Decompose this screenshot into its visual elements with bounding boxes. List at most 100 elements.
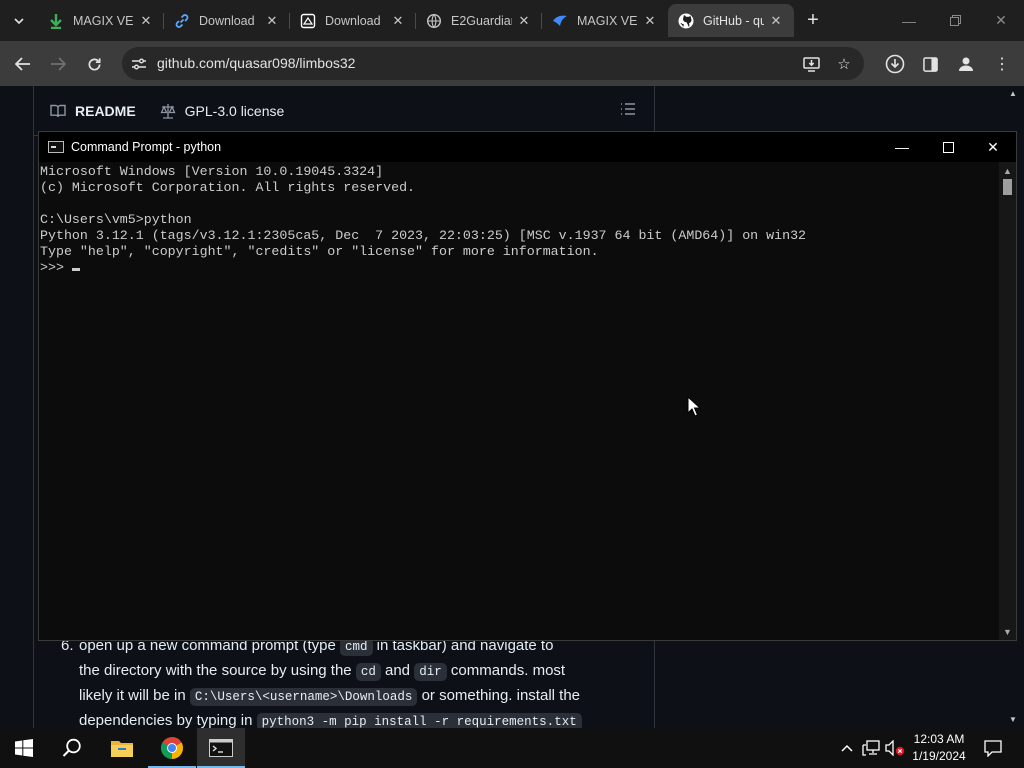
plus-icon: + xyxy=(807,9,819,31)
arrow-right-icon xyxy=(51,57,66,71)
tab-title: MAGIX VEGAS xyxy=(73,13,134,28)
close-icon[interactable]: ✕ xyxy=(768,13,784,29)
step-text: and xyxy=(380,662,415,679)
taskbar-clock[interactable]: 12:03 AM 1/19/2024 xyxy=(902,731,976,765)
maximize-icon xyxy=(942,141,954,153)
console-line: (c) Microsoft Corporation. All rights re… xyxy=(40,180,416,195)
scale-icon xyxy=(160,103,176,119)
browser-toolbar: github.com/quasar098/limbos32 ☆ ⋮ xyxy=(0,41,1024,86)
scroll-up-icon[interactable]: ▲ xyxy=(999,162,1016,179)
inline-code: python3 -m pip install -r requirements.t… xyxy=(256,713,582,728)
tab-magix-vegas-1[interactable]: MAGIX VEGAS ✕ xyxy=(38,4,164,37)
close-window-button[interactable]: ✕ xyxy=(978,0,1024,41)
step-text: dependencies by typing in xyxy=(79,712,257,728)
bookmark-star-icon[interactable]: ☆ xyxy=(833,53,855,75)
tab-readme[interactable]: README xyxy=(50,86,136,136)
cmd-title-bar[interactable]: Command Prompt - python — ✕ xyxy=(39,132,1016,162)
file-explorer-button[interactable] xyxy=(98,728,146,768)
downloads-button[interactable] xyxy=(880,49,910,79)
console-output[interactable]: Microsoft Windows [Version 10.0.19045.33… xyxy=(39,162,999,640)
side-panel-button[interactable] xyxy=(915,49,945,79)
link-icon xyxy=(174,13,190,29)
profile-icon xyxy=(959,57,973,71)
network-icon xyxy=(862,740,880,756)
vegas-icon xyxy=(552,13,568,29)
download-icon xyxy=(885,54,905,74)
clock-date: 1/19/2024 xyxy=(912,749,966,763)
restore-icon xyxy=(949,15,961,26)
prompt-line[interactable]: >>> xyxy=(40,260,999,276)
mouse-cursor-icon xyxy=(687,396,701,417)
url-text: github.com/quasar098/limbos32 xyxy=(157,55,356,71)
command-prompt-taskbar-button[interactable] xyxy=(197,728,245,768)
outline-button[interactable] xyxy=(620,102,638,120)
reload-button[interactable] xyxy=(79,49,109,79)
readme-header: README GPL-3.0 license xyxy=(34,86,654,136)
tab-title: GitHub - quasar098 xyxy=(703,13,764,28)
start-button[interactable] xyxy=(0,728,48,768)
tab-download-1[interactable]: Download ✕ xyxy=(164,4,290,37)
close-icon: ✕ xyxy=(995,12,1007,28)
network-button[interactable] xyxy=(860,728,882,768)
cmd-title: Command Prompt - python xyxy=(71,140,222,154)
cmd-maximize-button[interactable] xyxy=(925,132,971,162)
search-button[interactable] xyxy=(48,728,96,768)
tab-download-2[interactable]: Download ✕ xyxy=(290,4,416,37)
install-app-icon[interactable] xyxy=(800,53,822,75)
scroll-down-icon[interactable]: ▼ xyxy=(999,623,1016,640)
license-label: GPL-3.0 license xyxy=(184,102,285,119)
chevron-down-icon xyxy=(14,18,24,24)
site-info-icon[interactable] xyxy=(130,55,148,73)
scroll-up-icon[interactable]: ▲ xyxy=(1008,88,1018,98)
inline-code: cd xyxy=(355,663,381,681)
back-button[interactable] xyxy=(8,49,38,79)
close-icon[interactable]: ✕ xyxy=(642,13,658,29)
step-text: commands. most xyxy=(446,662,566,679)
close-icon[interactable]: ✕ xyxy=(516,13,532,29)
close-icon[interactable]: ✕ xyxy=(264,13,280,29)
action-center-button[interactable] xyxy=(978,728,1008,768)
download-arrow-icon xyxy=(48,13,64,29)
chevron-up-icon xyxy=(841,744,853,752)
show-hidden-icons-button[interactable] xyxy=(838,728,856,768)
readme-content: 6. open up a new command prompt (type cm… xyxy=(34,634,654,728)
readme-label: README xyxy=(75,102,136,119)
command-prompt-window[interactable]: Command Prompt - python — ✕ Microsoft Wi… xyxy=(38,131,1017,641)
minimize-button[interactable]: — xyxy=(886,0,932,41)
profile-button[interactable] xyxy=(951,49,981,79)
step-text: the directory with the source by using t… xyxy=(79,662,356,679)
tab-search-button[interactable] xyxy=(6,8,32,34)
clock-time: 12:03 AM xyxy=(913,732,965,746)
forward-button[interactable] xyxy=(43,49,73,79)
step-text: or something. install the xyxy=(417,687,581,704)
terminal-icon xyxy=(209,739,233,757)
console-line: Python 3.12.1 (tags/v3.12.1:2305ca5, Dec… xyxy=(40,228,807,243)
address-bar[interactable]: github.com/quasar098/limbos32 ☆ xyxy=(122,47,864,80)
menu-button[interactable]: ⋮ xyxy=(987,49,1017,79)
tab-license[interactable]: GPL-3.0 license xyxy=(160,86,285,136)
close-icon[interactable]: ✕ xyxy=(390,13,406,29)
text-cursor xyxy=(71,268,80,271)
new-tab-button[interactable]: + xyxy=(798,4,828,37)
tab-magix-vegas-2[interactable]: MAGIX VEGAS ✕ xyxy=(542,4,668,37)
restore-button[interactable] xyxy=(932,0,978,41)
cmd-scrollbar[interactable]: ▲ ▼ xyxy=(999,162,1016,640)
chrome-button[interactable] xyxy=(148,728,196,768)
python-prompt: >>> xyxy=(40,260,72,275)
arrow-left-icon xyxy=(15,57,30,71)
terminal-icon xyxy=(48,141,64,153)
cmd-close-button[interactable]: ✕ xyxy=(970,132,1016,162)
scrollbar-thumb[interactable] xyxy=(1003,179,1012,195)
side-panel-icon xyxy=(922,56,938,72)
notification-icon xyxy=(984,739,1002,757)
tab-title: Download xyxy=(199,13,255,28)
tab-e2guardian[interactable]: E2Guardian ✕ xyxy=(416,4,542,37)
cmd-minimize-button[interactable]: — xyxy=(879,132,925,162)
scroll-down-icon[interactable]: ▼ xyxy=(1008,714,1018,724)
inline-code: C:\Users\<username>\Downloads xyxy=(189,688,418,706)
drive-icon xyxy=(300,13,316,29)
taskbar: 12:03 AM 1/19/2024 xyxy=(0,728,1024,768)
close-icon[interactable]: ✕ xyxy=(138,13,154,29)
tab-github[interactable]: GitHub - quasar098 ✕ xyxy=(668,4,794,37)
search-icon xyxy=(62,738,81,757)
